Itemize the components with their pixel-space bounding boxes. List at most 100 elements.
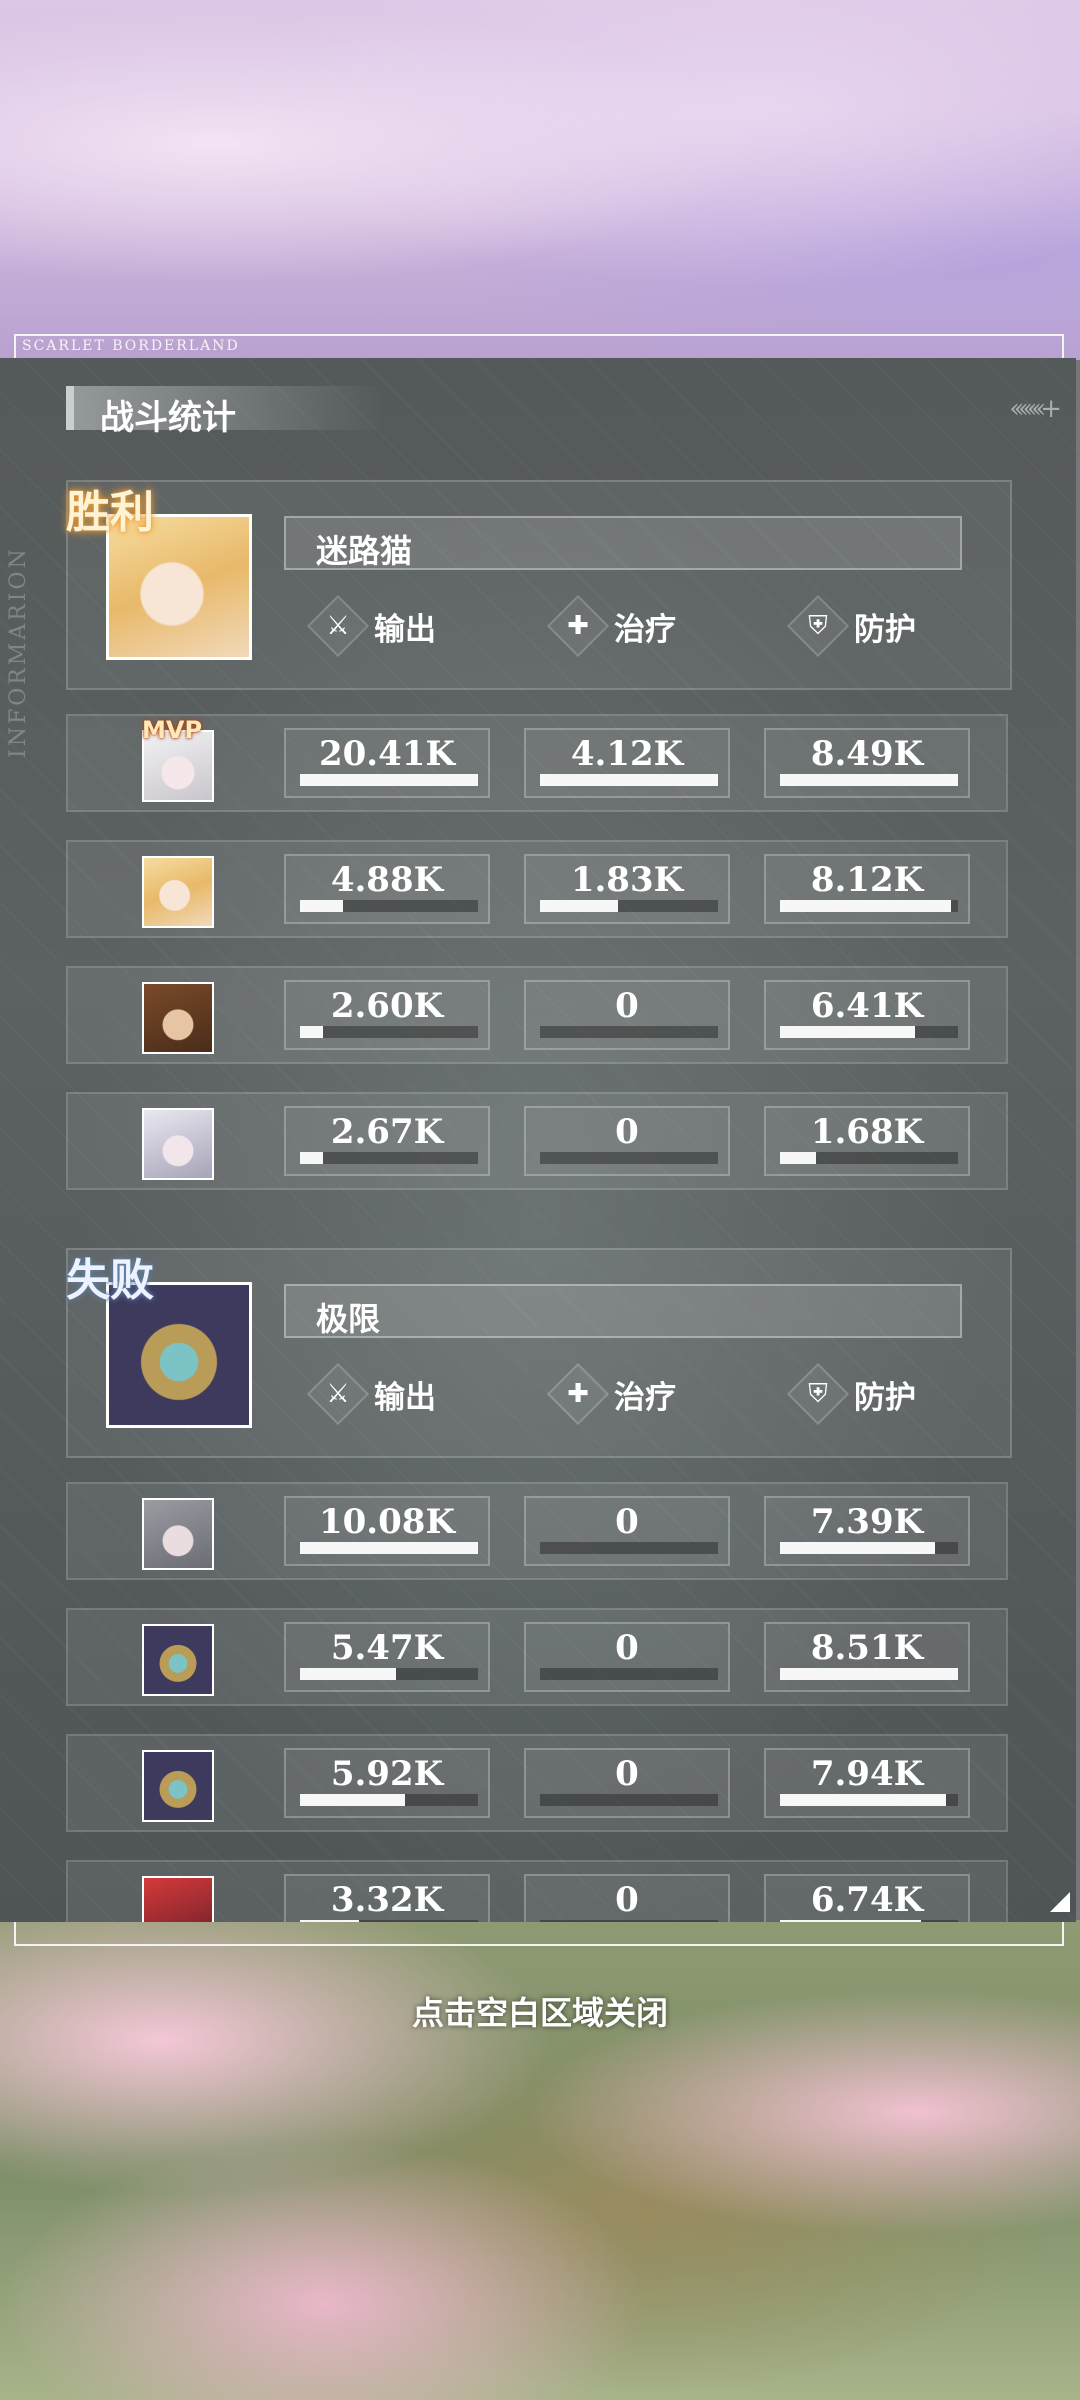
- stat-bar-fill: [300, 774, 478, 786]
- stat-bar-track: [780, 900, 958, 912]
- stat-value: 1.68K: [810, 1112, 924, 1152]
- stat-bar-fill: [300, 1794, 406, 1806]
- stat-value: 2.60K: [330, 986, 444, 1026]
- stat-bar-track: [540, 1152, 718, 1164]
- table-row: 2.60K 0 6.41K: [66, 966, 1008, 1064]
- output-cell: 20.41K: [284, 728, 490, 798]
- stat-bar-fill: [300, 1026, 324, 1038]
- heal-cell: 0: [524, 1496, 730, 1566]
- stat-bar-fill: [780, 1026, 916, 1038]
- stat-bar-fill: [300, 1668, 397, 1680]
- stat-bar-track: [780, 1542, 958, 1554]
- table-row: 5.92K 0 7.94K: [66, 1734, 1008, 1832]
- stat-value: 7.39K: [810, 1502, 924, 1542]
- chevrons-decor-icon: ‹‹‹‹‹‹‹+: [1009, 394, 1062, 424]
- mvp-badge: MVP: [142, 716, 203, 744]
- background-top[interactable]: [0, 0, 1080, 360]
- stat-bar-track: [540, 1542, 718, 1554]
- heal-cell: 0: [524, 1622, 730, 1692]
- stat-header-label: 治疗: [614, 1380, 676, 1416]
- stat-value: 0: [615, 1628, 639, 1668]
- stat-bar-track: [540, 1668, 718, 1680]
- stat-value: 2.67K: [330, 1112, 444, 1152]
- avatar[interactable]: [142, 982, 214, 1054]
- defense-cell: 7.39K: [764, 1496, 970, 1566]
- panel-title: 战斗统计: [100, 398, 236, 438]
- defense-cell: 6.41K: [764, 980, 970, 1050]
- stat-bar-fill: [780, 1668, 958, 1680]
- stat-value: 6.41K: [810, 986, 924, 1026]
- defense-cell: 1.68K: [764, 1106, 970, 1176]
- stat-value: 0: [615, 1502, 639, 1542]
- stat-bar-fill: [780, 1152, 816, 1164]
- heal-cell: 1.83K: [524, 854, 730, 924]
- team-card-victory: 胜利 迷路猫 ⚔ 输出 ✚ 治疗 ⛨ 防护: [66, 480, 1012, 690]
- output-cell: 5.47K: [284, 1622, 490, 1692]
- stat-bar-track: [540, 900, 718, 912]
- heal-arrow-icon: ✚: [546, 1362, 610, 1426]
- team-result-label: 失败: [66, 1255, 154, 1306]
- avatar[interactable]: [142, 1624, 214, 1696]
- avatar[interactable]: [142, 1750, 214, 1822]
- stat-bar-fill: [300, 1542, 478, 1554]
- stat-bar-track: [780, 1668, 958, 1680]
- table-row: 5.47K 0 8.51K: [66, 1608, 1008, 1706]
- table-row: 4.88K 1.83K 8.12K: [66, 840, 1008, 938]
- stat-value: 5.47K: [330, 1628, 444, 1668]
- stat-value: 8.51K: [810, 1628, 924, 1668]
- output-cell: 2.67K: [284, 1106, 490, 1176]
- stat-bar-track: [300, 1542, 478, 1554]
- stat-bar-fill: [540, 900, 619, 912]
- table-row: 10.08K 0 7.39K: [66, 1482, 1008, 1580]
- team-name: 迷路猫: [316, 532, 413, 570]
- stat-bar-track: [780, 774, 958, 786]
- output-cell: 4.88K: [284, 854, 490, 924]
- stat-header-label: 输出: [374, 1380, 436, 1416]
- stat-value: 0: [615, 986, 639, 1026]
- shield-icon: ⛨: [786, 1362, 850, 1426]
- stat-header-label: 防护: [854, 612, 916, 648]
- close-hint-text[interactable]: 点击空白区域关闭: [0, 1988, 1080, 2034]
- brand-label: SCARLET BORDERLAND: [22, 338, 240, 354]
- stat-value: 0: [615, 1112, 639, 1152]
- table-row: MVP 20.41K 4.12K 8.49K: [66, 714, 1008, 812]
- table-row: 3.32K 0 6.74K: [66, 1860, 1008, 1922]
- stat-bar-track: [540, 1794, 718, 1806]
- avatar[interactable]: [142, 1498, 214, 1570]
- panel-frame-bottom: [14, 1922, 1064, 1946]
- output-cell: 10.08K: [284, 1496, 490, 1566]
- stat-bar-fill: [780, 774, 958, 786]
- team-name-box: 极限: [284, 1284, 962, 1338]
- stat-bar-track: [300, 1026, 478, 1038]
- heal-cell: 0: [524, 1874, 730, 1922]
- stat-value: 0: [615, 1880, 639, 1920]
- team-name-box: 迷路猫: [284, 516, 962, 570]
- heal-cell: 0: [524, 1106, 730, 1176]
- stat-value: 5.92K: [330, 1754, 444, 1794]
- stat-bar-track: [300, 774, 478, 786]
- defense-cell: 6.74K: [764, 1874, 970, 1922]
- stat-value: 7.94K: [810, 1754, 924, 1794]
- stat-bar-track: [540, 774, 718, 786]
- stat-bar-track: [780, 1026, 958, 1038]
- heal-cell: 0: [524, 980, 730, 1050]
- stat-value: 6.74K: [810, 1880, 924, 1920]
- stat-bar-fill: [540, 774, 718, 786]
- stat-bar-track: [300, 1668, 478, 1680]
- output-cell: 5.92K: [284, 1748, 490, 1818]
- corner-triangle-icon: [1050, 1892, 1070, 1912]
- stat-bar-fill: [780, 1794, 946, 1806]
- stat-value: 4.12K: [570, 734, 684, 774]
- defense-cell: 7.94K: [764, 1748, 970, 1818]
- output-cell: 3.32K: [284, 1874, 490, 1922]
- heal-arrow-icon: ✚: [546, 594, 610, 658]
- shield-icon: ⛨: [786, 594, 850, 658]
- title-bar: 战斗统计: [66, 386, 384, 438]
- avatar[interactable]: [142, 1108, 214, 1180]
- stat-bar-track: [780, 1794, 958, 1806]
- defense-cell: 8.49K: [764, 728, 970, 798]
- stat-bar-fill: [300, 1152, 324, 1164]
- stat-value: 0: [615, 1754, 639, 1794]
- avatar[interactable]: [142, 856, 214, 928]
- avatar[interactable]: [142, 1876, 214, 1922]
